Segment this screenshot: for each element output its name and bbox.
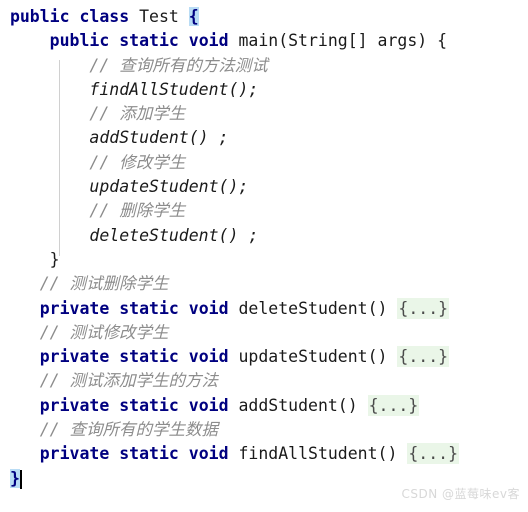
call-delete-student: deleteStudent() ; bbox=[89, 225, 259, 245]
code-fold-marker[interactable]: {...} bbox=[407, 443, 460, 465]
code-line-10[interactable]: deleteStudent() ; bbox=[0, 224, 528, 248]
code-content[interactable]: public class Test { public static void m… bbox=[0, 0, 528, 491]
main-method-signature: main(String[] args) { bbox=[238, 31, 448, 51]
class-name-test: Test bbox=[139, 7, 179, 26]
code-line-1[interactable]: public class Test { bbox=[0, 5, 528, 29]
keyword-void: void bbox=[188, 444, 229, 464]
comment-update-student: // 修改学生 bbox=[89, 152, 186, 172]
code-fold-marker[interactable]: {...} bbox=[397, 297, 450, 319]
method-name-add-student: addStudent() bbox=[238, 395, 358, 415]
code-line-11[interactable]: } bbox=[0, 248, 528, 272]
keyword-private: private bbox=[39, 298, 110, 318]
code-line-14[interactable]: // 测试修改学生 bbox=[0, 321, 528, 345]
keyword-private: private bbox=[39, 347, 110, 367]
keyword-static: static bbox=[119, 31, 179, 51]
keyword-class: class bbox=[79, 7, 130, 26]
code-fold-marker[interactable]: {...} bbox=[367, 394, 420, 416]
code-line-16[interactable]: // 测试添加学生的方法 bbox=[0, 369, 528, 393]
comment-find-all: // 查询所有的方法测试 bbox=[89, 55, 268, 75]
code-line-3[interactable]: // 查询所有的方法测试 bbox=[0, 54, 528, 78]
code-line-4[interactable]: findAllStudent(); bbox=[0, 78, 528, 102]
comment-test-update-student: // 测试修改学生 bbox=[39, 322, 169, 342]
call-add-student: addStudent() ; bbox=[89, 128, 229, 148]
code-line-15[interactable]: private static void updateStudent() {...… bbox=[0, 345, 528, 369]
call-update-student: updateStudent(); bbox=[89, 177, 249, 197]
code-line-12[interactable]: // 测试删除学生 bbox=[0, 272, 528, 296]
code-line-9[interactable]: // 删除学生 bbox=[0, 199, 528, 223]
comment-delete-student: // 删除学生 bbox=[89, 201, 186, 221]
comment-test-add-student: // 测试添加学生的方法 bbox=[39, 371, 219, 391]
code-line-19[interactable]: private static void findAllStudent() {..… bbox=[0, 442, 528, 466]
code-line-7[interactable]: // 修改学生 bbox=[0, 151, 528, 175]
csdn-watermark: CSDN @蓝莓味ev客 bbox=[401, 487, 520, 501]
code-line-13[interactable]: private static void deleteStudent() {...… bbox=[0, 297, 528, 321]
method-name-update-student: updateStudent() bbox=[238, 347, 388, 367]
code-editor[interactable]: public class Test { public static void m… bbox=[0, 0, 528, 512]
comment-test-delete-student: // 测试删除学生 bbox=[39, 274, 169, 294]
keyword-static: static bbox=[119, 395, 179, 415]
keyword-void: void bbox=[188, 347, 229, 367]
brace-open-highlighted: { bbox=[188, 7, 199, 26]
keyword-static: static bbox=[119, 444, 179, 464]
comment-find-all-student-data: // 查询所有的学生数据 bbox=[39, 420, 219, 440]
keyword-void: void bbox=[188, 395, 229, 415]
method-name-find-all-student: findAllStudent() bbox=[238, 444, 398, 464]
keyword-public: public bbox=[9, 7, 70, 26]
keyword-private: private bbox=[39, 395, 110, 415]
code-line-6[interactable]: addStudent() ; bbox=[0, 126, 528, 150]
brace-close-highlighted-with-caret: } bbox=[9, 468, 20, 488]
keyword-static: static bbox=[119, 347, 179, 367]
keyword-public: public bbox=[49, 31, 110, 51]
call-find-all-student: findAllStudent(); bbox=[89, 79, 259, 99]
keyword-static: static bbox=[119, 298, 179, 318]
brace-close-main: } bbox=[49, 249, 60, 269]
code-line-17[interactable]: private static void addStudent() {...} bbox=[0, 394, 528, 418]
code-line-18[interactable]: // 查询所有的学生数据 bbox=[0, 418, 528, 442]
method-name-delete-student: deleteStudent() bbox=[238, 298, 388, 318]
comment-add-student: // 添加学生 bbox=[89, 104, 186, 124]
keyword-void: void bbox=[188, 31, 229, 51]
code-line-2[interactable]: public static void main(String[] args) { bbox=[0, 29, 528, 53]
keyword-private: private bbox=[39, 444, 110, 464]
keyword-void: void bbox=[188, 298, 229, 318]
code-line-8[interactable]: updateStudent(); bbox=[0, 175, 528, 199]
code-line-5[interactable]: // 添加学生 bbox=[0, 102, 528, 126]
code-fold-marker[interactable]: {...} bbox=[397, 346, 450, 368]
